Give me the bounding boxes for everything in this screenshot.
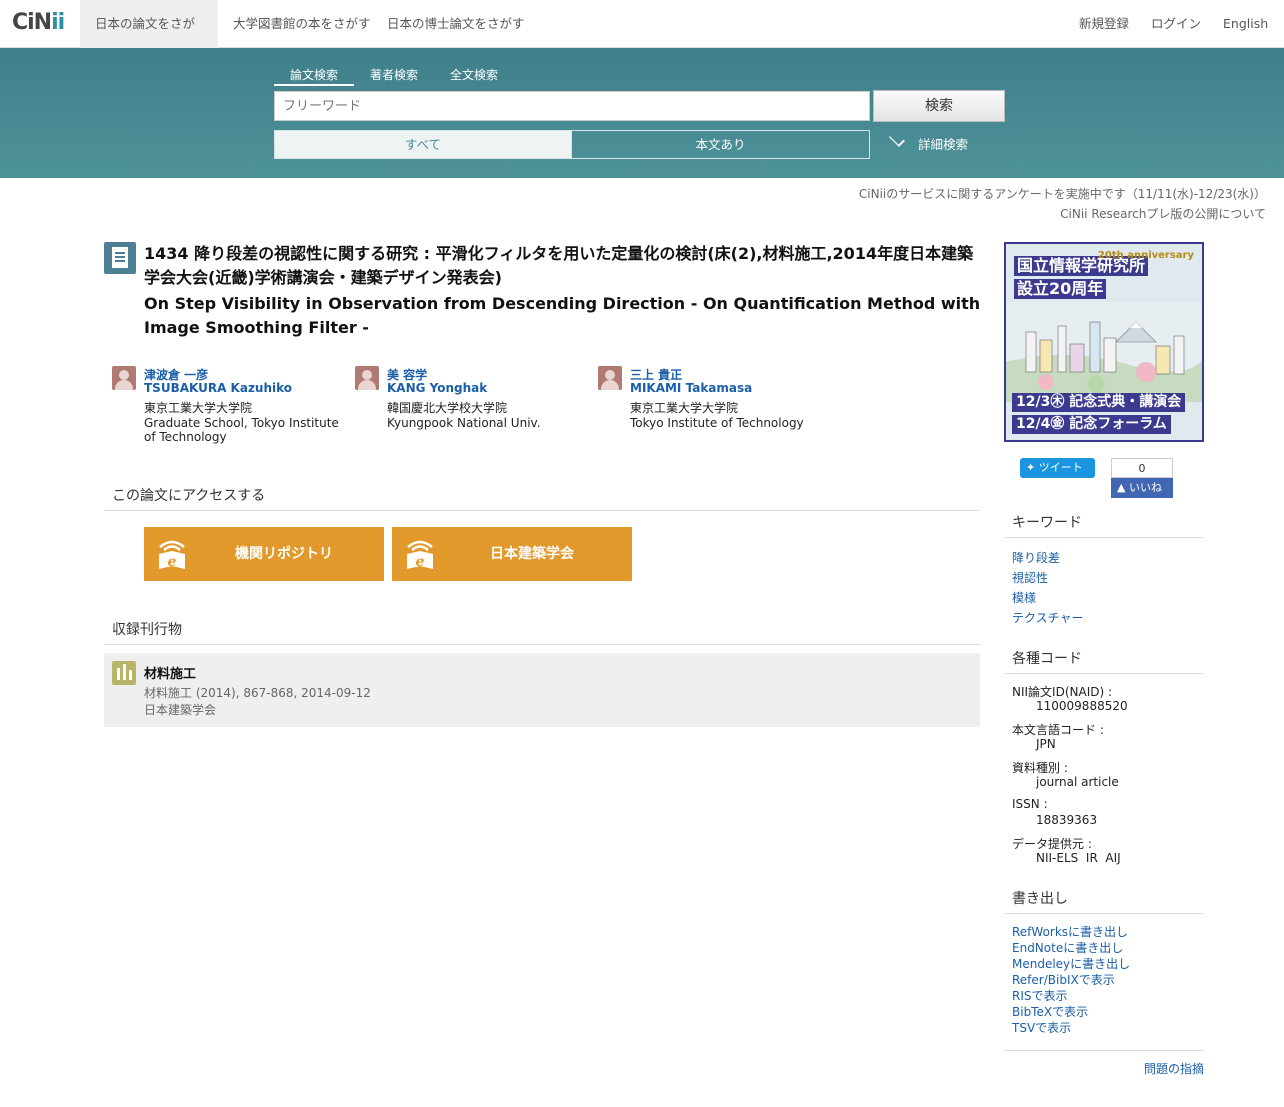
keyword-link[interactable]: 模様 (1012, 589, 1036, 606)
export-refworks-link[interactable]: RefWorksに書き出し (1012, 923, 1128, 940)
advanced-search-toggle[interactable]: 詳細検索 (889, 130, 969, 159)
logo-suffix: ii (51, 10, 65, 35)
filter-all-toggle[interactable]: すべて (274, 130, 572, 159)
search-button[interactable]: 検索 (873, 90, 1005, 122)
export-refer-link[interactable]: Refer/BibIXで表示 (1012, 971, 1115, 988)
export-mendeley-link[interactable]: Mendeleyに書き出し (1012, 955, 1130, 972)
tweet-button[interactable]: ✦ ツイート (1020, 458, 1095, 478)
nav-tab-articles[interactable]: 日本の論文をさがす (80, 0, 218, 79)
code-value-naid: 110009888520 (1036, 699, 1128, 713)
journal-publisher: 日本建築学会 (144, 703, 217, 717)
keyword-link[interactable]: 視認性 (1012, 569, 1048, 586)
export-ris-link[interactable]: RISで表示 (1012, 987, 1068, 1004)
code-value-issn: 18839363 (1036, 813, 1098, 827)
article-title-en: On Step Visibility in Observation from D… (144, 294, 981, 337)
person-icon (355, 366, 379, 390)
author-affiliation-ja: 東京工業大学大学院 (144, 401, 253, 415)
code-key-provider: データ提供元 : (1012, 837, 1092, 851)
export-endnote-link[interactable]: EndNoteに書き出し (1012, 939, 1123, 956)
export-tsv-link[interactable]: TSVで表示 (1012, 1019, 1071, 1036)
thumbs-up-icon: ▲ (1117, 481, 1129, 494)
keywords-heading: キーワード (1004, 512, 1204, 538)
logo-prefix: CiN (12, 10, 52, 35)
aij-button-label: 日本建築学会 (490, 546, 574, 562)
author-affiliation-en: Tokyo Institute of Technology (630, 416, 804, 430)
repository-access-button[interactable]: e 機関リポジトリ (144, 527, 384, 581)
login-link[interactable]: ログイン (1151, 0, 1201, 48)
author-name-en[interactable]: KANG Yonghak (387, 381, 487, 395)
city-illustration (1006, 302, 1202, 402)
nav-tab-books[interactable]: 大学図書館の本をさがす (218, 0, 386, 48)
code-key-issn: ISSN : (1012, 797, 1048, 811)
access-heading: この論文にアクセスする (104, 485, 980, 511)
export-heading: 書き出し (1004, 888, 1204, 914)
code-value-type: journal article (1036, 775, 1119, 789)
tab-fulltext-search[interactable]: 全文検索 (450, 66, 498, 86)
survey-notice-link[interactable]: CiNiiのサービスに関するアンケートを実施中です（11/11(水)-12/23… (859, 185, 1266, 202)
nav-tab-dissertations[interactable]: 日本の博士論文をさがす (372, 0, 540, 48)
top-nav: CiNii 日本の論文をさがす 大学図書館の本をさがす 日本の博士論文をさがす … (0, 0, 1284, 79)
journal-item: 材料施工 材料施工 (2014), 867-868, 2014-09-12 日本… (104, 653, 980, 727)
english-link[interactable]: English (1223, 0, 1268, 48)
tab-author-search[interactable]: 著者検索 (370, 66, 418, 86)
code-key-naid: NII論文ID(NAID) : (1012, 685, 1113, 699)
author-affiliation-ja: 韓国慶北大学校大学院 (387, 401, 508, 415)
code-key-type: 資料種別 : (1012, 761, 1068, 775)
code-value-language: JPN (1036, 737, 1056, 751)
person-icon (112, 366, 136, 390)
banner-anniversary-mark: 20th anniversary (1097, 250, 1194, 261)
banner-event-1: 12/3㊍ 記念式典・講演会 (1012, 393, 1186, 412)
export-bibtex-link[interactable]: BibTeXで表示 (1012, 1003, 1088, 1020)
journal-heading: 収録刊行物 (104, 619, 980, 645)
journal-title[interactable]: 材料施工 (144, 663, 196, 682)
code-value-provider: NII-ELS IR AIJ (1036, 851, 1121, 865)
facebook-like-count: 0 (1111, 458, 1173, 478)
search-input[interactable] (274, 91, 870, 121)
author-affiliation-en: Kyungpook National Univ. (387, 416, 541, 430)
journal-detail: 材料施工 (2014), 867-868, 2014-09-12 (144, 686, 371, 700)
tab-article-search[interactable]: 論文検索 (274, 66, 355, 86)
register-link[interactable]: 新規登録 (1079, 0, 1129, 48)
facebook-like-label: いいね (1128, 481, 1162, 494)
person-icon (598, 366, 622, 390)
banner-line-2: 設立20周年 (1014, 279, 1107, 299)
keyword-link[interactable]: テクスチャー (1012, 609, 1084, 626)
repository-button-label: 機関リポジトリ (235, 546, 333, 562)
chevron-down-icon (889, 131, 905, 147)
report-problem-link[interactable]: 問題の指摘 (1004, 1050, 1204, 1077)
facebook-like-button[interactable]: ▲ いいね (1111, 478, 1173, 498)
banner-event-2: 12/4㊎ 記念フォーラム (1012, 415, 1171, 434)
author-name-en[interactable]: TSUBAKURA Kazuhiko (144, 381, 292, 395)
code-key-language: 本文言語コード : (1012, 723, 1104, 737)
tweet-label: ツイート (1038, 461, 1083, 474)
document-icon (104, 242, 136, 274)
cinii-logo[interactable]: CiNii (12, 10, 65, 35)
article-title-ja: 1434 降り段差の視認性に関する研究 : 平滑化フィルタを用いた定量化の検討(… (144, 244, 974, 287)
twitter-bird-icon: ✦ (1026, 461, 1039, 474)
author-name-en[interactable]: MIKAMI Takamasa (630, 381, 752, 395)
codes-heading: 各種コード (1004, 648, 1204, 674)
filter-fulltext-toggle[interactable]: 本文あり (571, 130, 870, 159)
author-affiliation-ja: 東京工業大学大学院 (630, 401, 739, 415)
nii-anniversary-banner[interactable]: 国立情報学研究所 設立20周年 20th anniversary 12/3㊍ 記… (1004, 242, 1204, 442)
bar-chart-icon (112, 661, 136, 685)
advanced-search-label: 詳細検索 (918, 137, 969, 152)
cinii-research-notice-link[interactable]: CiNii Researchプレ版の公開について (1060, 205, 1266, 222)
keyword-link[interactable]: 降り段差 (1012, 549, 1060, 566)
search-band: 論文検索 著者検索 全文検索 検索 すべて 本文あり 詳細検索 (0, 48, 1284, 178)
aij-access-button[interactable]: e 日本建築学会 (392, 527, 632, 581)
author-affiliation-en: Graduate School, Tokyo Institute of Tech… (144, 416, 339, 444)
